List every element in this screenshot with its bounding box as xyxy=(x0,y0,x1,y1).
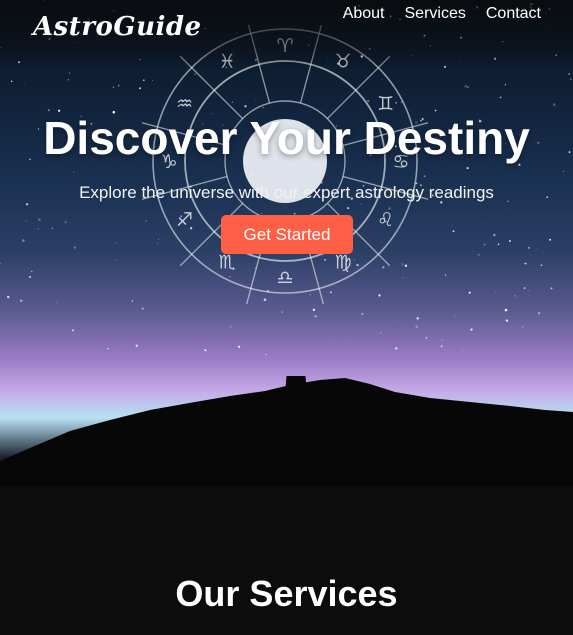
hero-subtitle: Explore the universe with our expert ast… xyxy=(79,183,494,202)
zodiac-sign-icon: ♐ xyxy=(176,209,193,231)
get-started-button[interactable]: Get Started xyxy=(221,215,353,254)
services-section-title: Our Services xyxy=(175,573,398,614)
zodiac-sign-icon: ♌ xyxy=(377,209,394,231)
hero-title: Discover Your Destiny xyxy=(43,112,530,164)
top-navbar: AstroGuide About Services Contact xyxy=(0,0,573,70)
mountain-silhouette xyxy=(0,376,573,486)
nav-link-contact[interactable]: Contact xyxy=(486,5,541,23)
zodiac-sign-icon: ♍ xyxy=(334,252,351,274)
person-silhouette xyxy=(285,376,307,394)
nav-link-services[interactable]: Services xyxy=(405,5,466,23)
nav-link-about[interactable]: About xyxy=(343,5,385,23)
hero-section: ♈♉♊♋♌♍♎♏♐♑♒♓ AstroGuide About Services C… xyxy=(0,0,573,486)
site-logo[interactable]: AstroGuide xyxy=(33,12,202,42)
zodiac-sign-icon: ♏ xyxy=(218,252,235,274)
zodiac-sign-icon: ♎ xyxy=(276,267,293,289)
nav-links: About Services Contact xyxy=(343,5,541,23)
